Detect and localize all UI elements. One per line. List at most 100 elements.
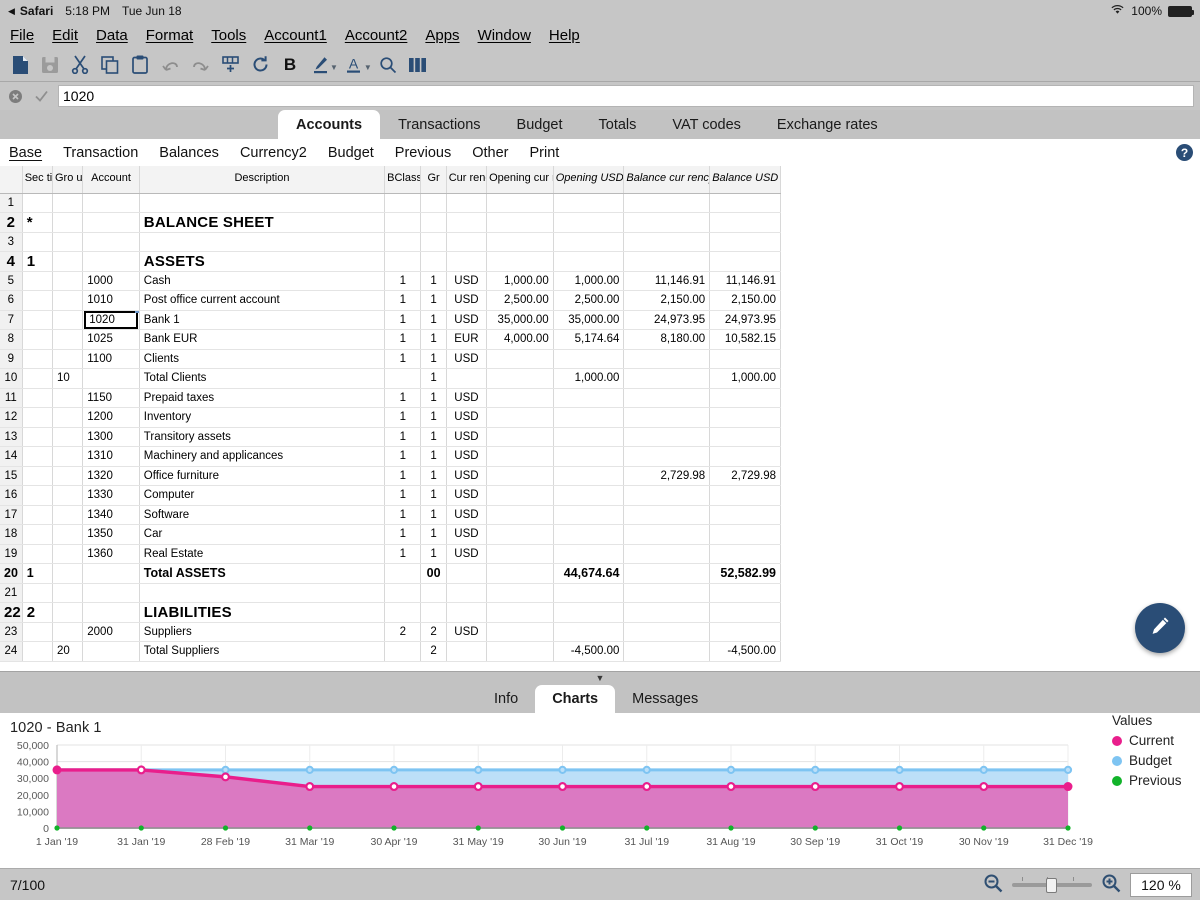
cell-balance-usd[interactable] <box>709 193 781 213</box>
macos-app-name[interactable]: Safari <box>20 4 53 18</box>
cell-group[interactable] <box>52 583 84 603</box>
cell-currency[interactable]: USD <box>446 427 488 447</box>
table-row[interactable]: 20 1 Total ASSETS 00 44,674.64 52,582.99 <box>0 563 781 584</box>
cell-group[interactable] <box>52 310 84 330</box>
table-row[interactable]: 10 10 Total Clients 1 1,000.00 1,000.00 <box>0 368 781 389</box>
cell-account[interactable]: 1360 <box>82 544 140 564</box>
chart-point-current[interactable] <box>136 765 146 775</box>
cell-account[interactable]: 1025 <box>82 329 140 350</box>
legend-item-current[interactable]: Current <box>1112 733 1182 748</box>
cell-description[interactable]: Clients <box>139 349 386 369</box>
cell-section[interactable] <box>22 505 53 525</box>
cell-balance-usd[interactable] <box>709 407 781 428</box>
cell-currency[interactable] <box>446 583 488 603</box>
cell-balance-currency[interactable] <box>623 505 711 525</box>
cell-opening-usd[interactable] <box>553 232 625 252</box>
refresh-icon[interactable] <box>246 51 274 79</box>
cell-group[interactable] <box>52 193 84 213</box>
cell-opening-currency[interactable] <box>486 505 554 525</box>
cell-bclass[interactable] <box>384 602 422 623</box>
chart-point-current[interactable] <box>894 782 904 792</box>
table-row[interactable]: 9 1100 Clients 1 1 USD <box>0 349 781 369</box>
chart-point-current[interactable] <box>52 765 62 775</box>
cell-opening-usd[interactable]: -4,500.00 <box>553 641 625 662</box>
header-opening-usd[interactable]: Opening USD <box>553 166 625 194</box>
cell-account[interactable]: 1330 <box>82 485 140 506</box>
cell-section[interactable] <box>22 368 53 389</box>
row-number[interactable]: 11 <box>0 388 23 408</box>
cell-section[interactable] <box>22 466 53 486</box>
cell-section[interactable]: 2 <box>22 602 53 623</box>
table-row[interactable]: 7 1020 Bank 1 1 1 USD 35,000.00 35,000.00 24,973… <box>0 310 781 330</box>
cell-group[interactable] <box>52 212 84 233</box>
table-row[interactable]: 12 1200 Inventory 1 1 USD <box>0 407 781 428</box>
cell-group[interactable] <box>52 251 84 272</box>
cell-section[interactable] <box>22 329 53 350</box>
cell-account[interactable] <box>82 232 140 252</box>
row-number[interactable]: 14 <box>0 446 23 467</box>
cell-balance-currency[interactable] <box>623 349 711 369</box>
cell-opening-usd[interactable] <box>553 485 625 506</box>
cell-balance-usd[interactable] <box>709 544 781 564</box>
cell-balance-currency[interactable] <box>623 563 711 584</box>
cell-bclass[interactable]: 1 <box>384 427 422 447</box>
cell-currency[interactable] <box>446 251 488 272</box>
cell-gr[interactable]: 1 <box>420 310 447 330</box>
menu-item-edit[interactable]: Edit <box>52 27 78 44</box>
cell-currency[interactable]: USD <box>446 446 488 467</box>
cell-description[interactable]: Bank 1 <box>139 310 386 330</box>
cell-group[interactable] <box>52 485 84 506</box>
cell-balance-currency[interactable]: 8,180.00 <box>623 329 711 350</box>
chart-plot-area[interactable]: 0 10,000 20,000 30,000 40,000 50,000 1 Jan '19… <box>0 739 1100 859</box>
row-number[interactable]: 4 <box>0 251 23 272</box>
chart-point-budget[interactable] <box>895 765 904 774</box>
cell-balance-usd[interactable] <box>709 388 781 408</box>
menu-item-tools[interactable]: Tools <box>211 27 246 44</box>
cell-gr[interactable]: 1 <box>420 388 447 408</box>
cell-gr[interactable] <box>420 602 447 623</box>
redo-icon[interactable] <box>186 51 214 79</box>
cell-group[interactable] <box>52 524 84 545</box>
cell-bclass[interactable]: 1 <box>384 485 422 506</box>
cell-currency[interactable] <box>446 232 488 252</box>
cell-account[interactable]: 1000 <box>82 271 140 291</box>
cell-balance-currency[interactable]: 11,146.91 <box>623 271 711 291</box>
cell-group[interactable] <box>52 271 84 291</box>
chart-point-previous[interactable] <box>307 825 313 831</box>
tab-budget[interactable]: Budget <box>499 110 581 139</box>
cell-group[interactable] <box>52 349 84 369</box>
cell-account[interactable] <box>82 583 140 603</box>
row-number[interactable]: 19 <box>0 544 23 564</box>
cell-description[interactable]: Office furniture <box>139 466 386 486</box>
table-row[interactable]: 3 <box>0 232 781 252</box>
cell-bclass[interactable]: 1 <box>384 466 422 486</box>
cell-opening-usd[interactable] <box>553 505 625 525</box>
cell-description[interactable]: ASSETS <box>139 251 386 272</box>
checkmark-icon[interactable] <box>32 87 50 105</box>
legend-item-previous[interactable]: Previous <box>1112 773 1182 788</box>
subnav-balances[interactable]: Balances <box>159 145 219 161</box>
row-number[interactable]: 7 <box>0 310 23 330</box>
cell-balance-usd[interactable] <box>709 505 781 525</box>
cell-opening-usd[interactable] <box>553 622 625 642</box>
menu-item-window[interactable]: Window <box>478 27 531 44</box>
cell-gr[interactable] <box>420 232 447 252</box>
cell-opening-currency[interactable] <box>486 232 554 252</box>
cell-currency[interactable] <box>446 212 488 233</box>
cell-account[interactable] <box>82 563 140 584</box>
subnav-previous[interactable]: Previous <box>395 145 451 161</box>
menu-item-apps[interactable]: Apps <box>425 27 459 44</box>
cell-section[interactable] <box>22 193 53 213</box>
chart-point-budget[interactable] <box>305 765 314 774</box>
cell-group[interactable]: 10 <box>52 368 84 389</box>
chart-point-budget[interactable] <box>979 765 988 774</box>
row-number[interactable]: 20 <box>0 563 23 584</box>
cell-opening-currency[interactable] <box>486 602 554 623</box>
cell-currency[interactable]: USD <box>446 388 488 408</box>
menu-item-data[interactable]: Data <box>96 27 128 44</box>
row-number[interactable]: 12 <box>0 407 23 428</box>
cell-description[interactable]: Suppliers <box>139 622 386 642</box>
row-number[interactable]: 22 <box>0 602 23 623</box>
row-number[interactable]: 13 <box>0 427 23 447</box>
cell-balance-currency[interactable] <box>623 446 711 467</box>
